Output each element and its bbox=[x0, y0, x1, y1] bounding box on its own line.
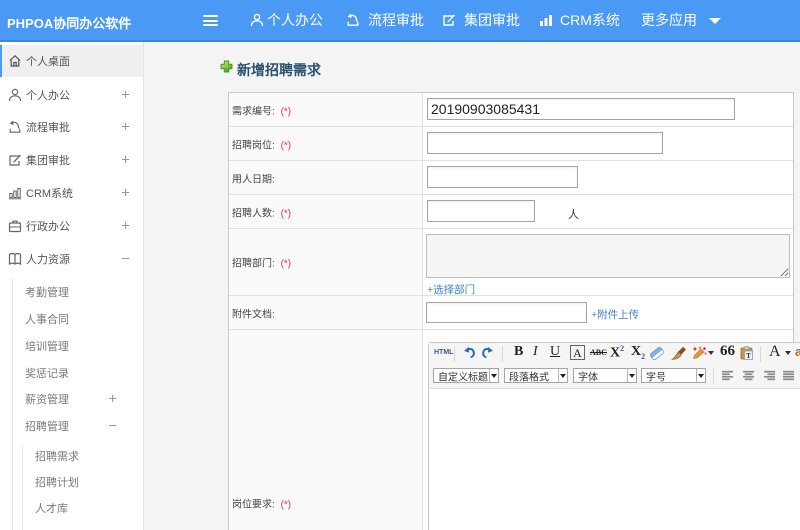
svg-text:T: T bbox=[746, 351, 751, 360]
